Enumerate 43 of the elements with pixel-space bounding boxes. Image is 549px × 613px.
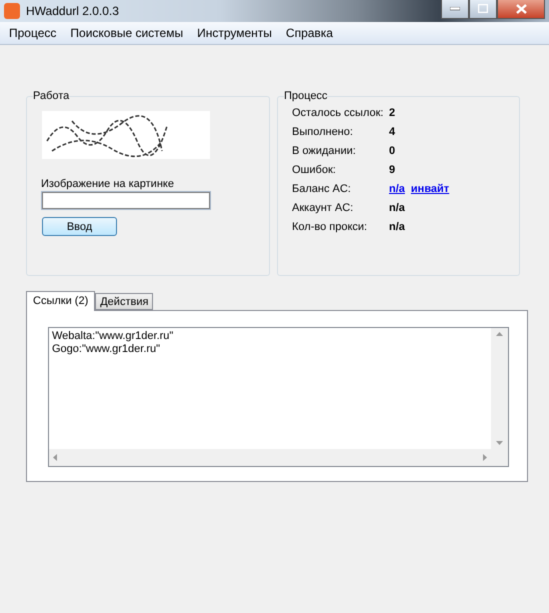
menu-item[interactable]: Процесс: [2, 26, 64, 40]
vertical-scrollbar[interactable]: [491, 328, 508, 449]
close-icon: [516, 4, 526, 14]
minimize-icon: [450, 6, 460, 10]
tab[interactable]: Ссылки (2): [26, 291, 96, 311]
stat-value: 0: [389, 144, 396, 159]
stat-label: Баланс AC:: [292, 182, 352, 197]
stat-value: 4: [389, 125, 396, 140]
stat-value: 9: [389, 163, 396, 178]
stat-value: 2: [389, 106, 396, 121]
stat-link[interactable]: n/a: [389, 182, 405, 197]
app-icon: [4, 3, 20, 19]
stat-value: n/a: [389, 201, 405, 216]
window-title: HWaddurl 2.0.0.3: [26, 4, 120, 18]
stat-value: n/a: [389, 220, 405, 235]
minimize-button[interactable]: [441, 0, 469, 18]
submit-button[interactable]: Ввод: [42, 217, 117, 236]
close-button[interactable]: [497, 0, 545, 18]
stat-label: Аккаунт AC:: [292, 201, 354, 216]
tab[interactable]: Действия: [95, 293, 154, 310]
stat-label: Осталось ссылок:: [292, 106, 384, 121]
stat-label: Ошибок:: [292, 163, 337, 178]
scroll-up-icon: [496, 332, 503, 336]
text-line: Gogo:"www.gr1der.ru": [52, 343, 162, 356]
menu-item[interactable]: Справка: [278, 26, 340, 40]
text-line: Webalta:"www.gr1der.ru": [52, 330, 174, 343]
scroll-down-icon: [496, 441, 503, 445]
scroll-right-icon: [483, 454, 487, 461]
maximize-icon: [478, 4, 488, 13]
stat-link[interactable]: инвайт: [410, 182, 450, 197]
maximize-button[interactable]: [469, 0, 497, 18]
stat-label: В ожидании:: [292, 144, 357, 159]
stat-label: Кол-во прокси:: [292, 220, 368, 235]
stat-label: Выполнено:: [292, 125, 354, 140]
menu-item[interactable]: Поисковые системы: [63, 26, 190, 40]
menu-item[interactable]: Инструменты: [190, 26, 279, 40]
field-label: Изображение на картинке: [41, 178, 175, 190]
captcha-input[interactable]: [42, 192, 210, 209]
horizontal-scrollbar[interactable]: [49, 449, 491, 466]
links-text-area[interactable]: Webalta:"www.gr1der.ru" Gogo:"www.gr1der.ru": [48, 327, 509, 467]
group-title: Работа: [33, 90, 70, 102]
scroll-left-icon: [53, 454, 57, 461]
group-title: Процесс: [284, 90, 328, 102]
